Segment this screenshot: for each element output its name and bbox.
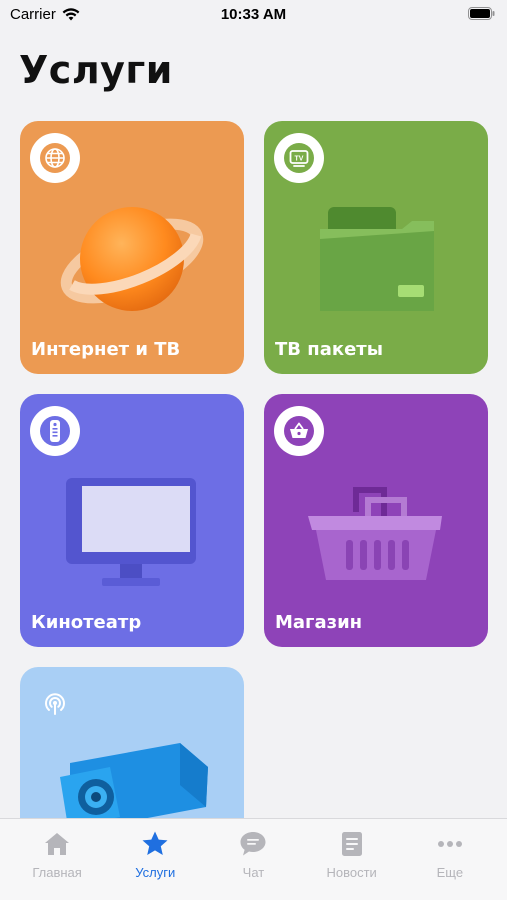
broadcast-icon — [45, 693, 65, 715]
tab-label: Еще — [436, 865, 464, 880]
tab-more[interactable]: Еще — [404, 829, 496, 900]
tab-label: Услуги — [135, 865, 176, 880]
home-icon — [45, 833, 70, 855]
chat-icon — [240, 832, 266, 856]
globe-badge — [30, 133, 80, 183]
tab-home[interactable]: Главная — [11, 829, 103, 900]
card-label: ТВ пакеты — [275, 339, 383, 360]
globe-icon — [40, 143, 70, 173]
tv-badge: TV — [274, 133, 324, 183]
card-cinema[interactable]: Кинотеатр — [20, 394, 244, 647]
tab-label: Чат — [242, 865, 265, 880]
battery-icon — [468, 7, 495, 24]
more-icon — [437, 841, 462, 847]
status-bar: Carrier 10:33 AM — [0, 0, 507, 30]
tab-chat[interactable]: Чат — [207, 829, 299, 900]
basket-icon — [284, 416, 314, 446]
basket-badge — [274, 406, 324, 456]
tab-news[interactable]: Новости — [306, 829, 398, 900]
card-label: Интернет и ТВ — [31, 339, 181, 360]
card-tv-packages[interactable]: TV ТВ пакеты — [264, 121, 488, 374]
clock: 10:33 AM — [220, 6, 287, 23]
card-shop[interactable]: Магазин — [264, 394, 488, 647]
star-icon — [142, 831, 168, 855]
card-internet-tv[interactable]: Интернет и ТВ — [20, 121, 244, 374]
tab-bar: Главная Услуги Чат Новости Еще — [0, 818, 507, 900]
tab-services[interactable]: Услуги — [109, 829, 201, 900]
tv-badge-text: TV — [295, 155, 304, 162]
remote-icon — [40, 416, 70, 446]
tab-label: Главная — [32, 865, 82, 880]
card-label: Кинотеатр — [31, 612, 142, 633]
tab-label: Новости — [326, 865, 377, 880]
card-label: Магазин — [275, 612, 363, 633]
news-icon — [341, 832, 362, 856]
tv-icon: TV — [284, 143, 314, 173]
broadcast-badge — [30, 679, 80, 729]
page-title: Услуги — [19, 48, 173, 92]
remote-badge — [30, 406, 80, 456]
